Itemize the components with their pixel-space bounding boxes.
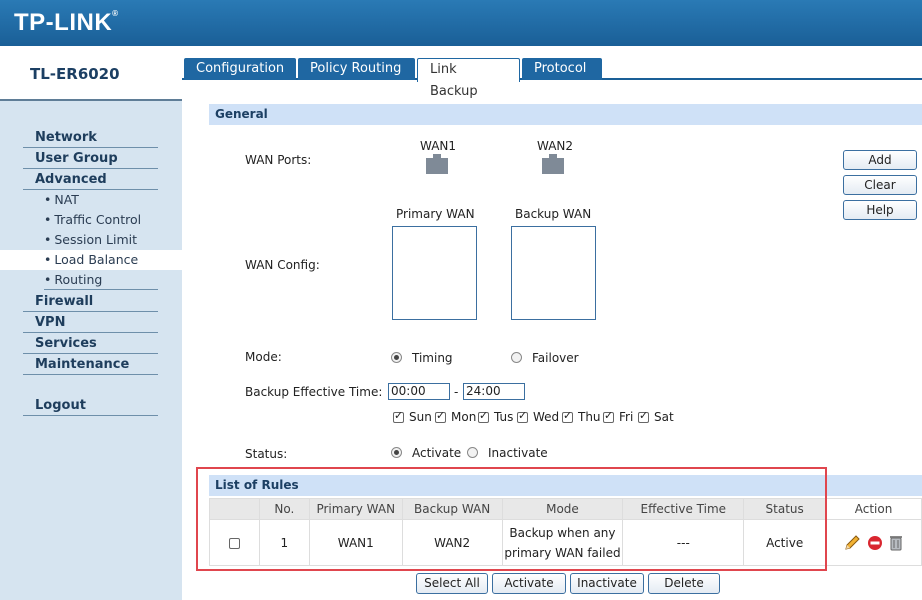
column-header-primary-wan: Primary WAN [308, 498, 403, 520]
column-header-action: Action [825, 498, 922, 520]
day-thu-checkbox[interactable] [562, 409, 573, 423]
sidebar-item-logout[interactable]: Logout [23, 396, 158, 416]
row-select-cell [209, 519, 260, 566]
sidebar-item-services[interactable]: Services [23, 334, 158, 354]
row-actions [825, 519, 922, 566]
header: TP-LINK® [0, 0, 922, 46]
mode-label: Mode: [245, 350, 282, 364]
status-inactivate-label: Inactivate [488, 446, 548, 460]
backup-wan-dropzone[interactable] [511, 226, 596, 320]
wan-ports-label: WAN Ports: [245, 153, 312, 167]
brand-logo: TP-LINK® [14, 9, 119, 36]
wan1-port-icon[interactable] [426, 154, 448, 174]
select-all-button[interactable]: Select All [416, 573, 488, 594]
time-start-input[interactable]: 00:00 [388, 383, 450, 400]
day-wed-checkbox[interactable] [517, 409, 528, 423]
day-mon-checkbox[interactable] [435, 409, 446, 423]
wan2-label: WAN2 [537, 139, 574, 153]
row-mode-line2: primary WAN failed [504, 545, 621, 560]
sidebar-item-maintenance[interactable]: Maintenance [23, 355, 158, 375]
row-backup-wan: WAN2 [401, 519, 503, 566]
sidebar-item-traffic-control[interactable]: • Traffic Control [44, 210, 141, 230]
row-mode-line1: Backup when any [509, 525, 616, 540]
status-activate-radio[interactable] [391, 447, 402, 458]
row-status: Active [743, 519, 827, 566]
clear-button[interactable]: Clear [843, 175, 917, 195]
select-column-header [209, 498, 260, 520]
backup-wan-label: Backup WAN [515, 207, 592, 221]
column-header-backup-wan: Backup WAN [401, 498, 503, 520]
sidebar-item-firewall[interactable]: Firewall [23, 292, 158, 312]
time-separator: - [454, 385, 459, 399]
help-button[interactable]: Help [843, 200, 917, 220]
table-header-row: No. Primary WAN Backup WAN Mode Effectiv… [209, 498, 922, 520]
time-end-input[interactable]: 24:00 [463, 383, 525, 400]
general-section-header: General [209, 104, 922, 125]
tab-bar: Configuration Policy Routing Link Backup… [182, 58, 922, 99]
day-tue-label: Tus [494, 410, 514, 424]
day-fri-checkbox[interactable] [603, 409, 614, 423]
mode-timing-radio[interactable] [391, 352, 402, 363]
status-label: Status: [245, 447, 288, 461]
rules-table: No. Primary WAN Backup WAN Mode Effectiv… [209, 498, 922, 566]
sidebar-item-advanced[interactable]: Advanced [23, 170, 158, 190]
sidebar: TL-ER6020 Network User Group Advanced • N… [0, 46, 182, 600]
activate-button[interactable]: Activate [492, 573, 566, 594]
row-checkbox[interactable] [228, 537, 240, 549]
day-sat-checkbox[interactable] [638, 409, 649, 423]
tab-link-backup[interactable]: Link Backup [417, 58, 520, 99]
day-sat-label: Sat [654, 410, 674, 424]
add-button[interactable]: Add [843, 150, 917, 170]
table-row: 1 WAN1 WAN2 Backup when any primary WAN f… [209, 519, 922, 566]
sidebar-item-vpn[interactable]: VPN [23, 313, 158, 333]
tab-configuration[interactable]: Configuration [184, 58, 296, 80]
day-tue-checkbox[interactable] [478, 409, 489, 423]
day-thu-label: Thu [578, 410, 601, 424]
sidebar-item-session-limit[interactable]: • Session Limit [44, 230, 137, 250]
day-wed-label: Wed [533, 410, 560, 424]
rules-section-header: List of Rules [209, 475, 922, 496]
row-primary-wan: WAN1 [308, 519, 403, 566]
row-mode: Backup when any primary WAN failed [501, 519, 624, 566]
edit-pencil-icon[interactable] [843, 534, 861, 552]
column-header-effective-time: Effective Time [622, 498, 745, 520]
device-model: TL-ER6020 [30, 65, 120, 83]
disable-icon[interactable] [867, 535, 883, 551]
delete-trash-icon[interactable] [888, 534, 904, 552]
sidebar-item-nat[interactable]: • NAT [44, 190, 79, 210]
tab-protocol[interactable]: Protocol [522, 58, 602, 80]
column-header-status: Status [743, 498, 827, 520]
primary-wan-dropzone[interactable] [392, 226, 477, 320]
day-sun-checkbox[interactable] [393, 409, 404, 423]
sidebar-item-user-group[interactable]: User Group [23, 149, 158, 169]
mode-timing-label: Timing [412, 351, 453, 365]
mode-failover-label: Failover [532, 351, 579, 365]
row-no: 1 [258, 519, 310, 566]
sidebar-item-routing[interactable]: • Routing [44, 270, 158, 290]
wan1-label: WAN1 [420, 139, 457, 153]
column-header-no: No. [258, 498, 310, 520]
wan-config-label: WAN Config: [245, 258, 320, 272]
column-header-mode: Mode [501, 498, 624, 520]
mode-failover-radio[interactable] [511, 352, 522, 363]
day-sun-label: Sun [409, 410, 432, 424]
status-inactivate-radio[interactable] [467, 447, 478, 458]
model-box: TL-ER6020 [0, 46, 182, 101]
delete-button[interactable]: Delete [648, 573, 720, 594]
inactivate-button[interactable]: Inactivate [570, 573, 644, 594]
wan2-port-icon[interactable] [542, 154, 564, 174]
day-fri-label: Fri [619, 410, 634, 424]
row-effective-time: --- [622, 519, 745, 566]
day-mon-label: Mon [451, 410, 477, 424]
tab-policy-routing[interactable]: Policy Routing [298, 58, 415, 80]
backup-time-label: Backup Effective Time: [245, 385, 383, 399]
sidebar-item-network[interactable]: Network [23, 128, 158, 148]
status-activate-label: Activate [412, 446, 462, 460]
primary-wan-label: Primary WAN [396, 207, 475, 221]
sidebar-item-load-balance[interactable]: • Load Balance [44, 250, 138, 270]
